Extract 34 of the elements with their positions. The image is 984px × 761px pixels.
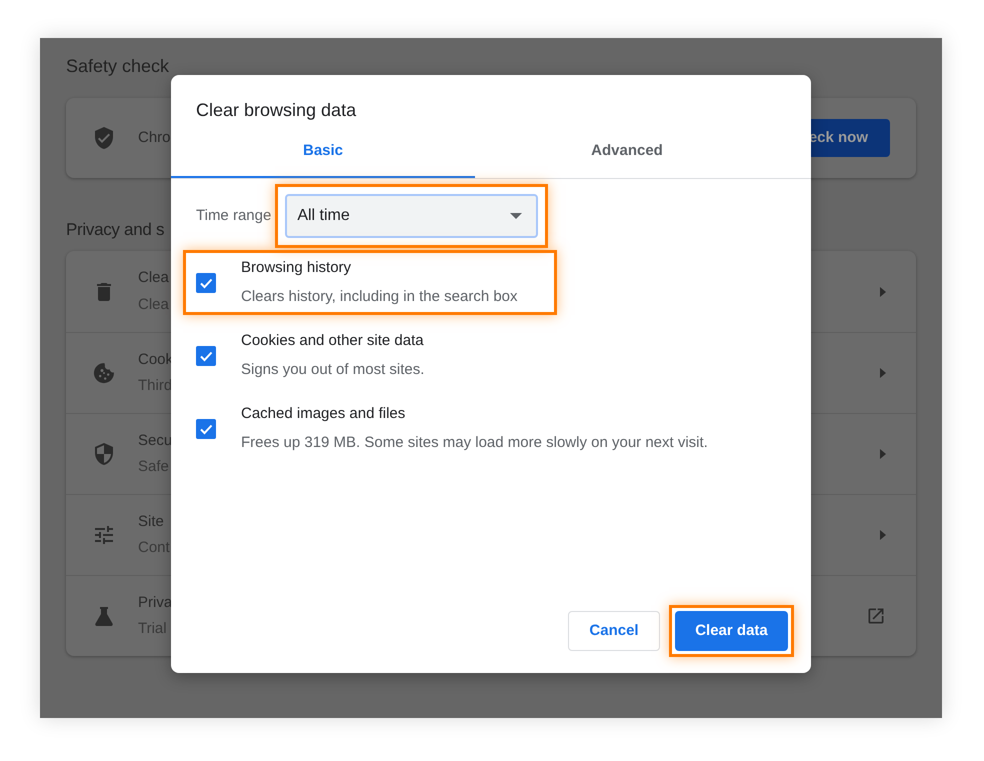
section-heading: Privacy and s — [66, 219, 164, 241]
dropdown-caret-icon — [510, 213, 522, 219]
safety-text: Chro — [138, 128, 171, 148]
option-title: Cached images and files — [241, 404, 406, 424]
caret-icon[interactable] — [880, 449, 886, 459]
checkbox[interactable] — [196, 272, 216, 292]
time-range-label: Time range — [196, 206, 272, 226]
external-link-icon[interactable] — [866, 606, 886, 626]
row-title: Clea — [138, 268, 169, 288]
row-title: Priva — [138, 592, 172, 612]
dialog-title: Clear browsing data — [195, 99, 358, 122]
cancel-button[interactable]: Cancel — [568, 611, 660, 651]
clear-data-button[interactable]: Clear data — [675, 611, 788, 651]
option-title: Cookies and other site data — [241, 331, 424, 351]
option-description: Signs you out of most sites. — [241, 360, 424, 380]
caret-icon[interactable] — [880, 530, 886, 540]
caret-icon[interactable] — [880, 286, 886, 296]
checkbox[interactable] — [196, 418, 216, 438]
tab[interactable]: Basic — [171, 127, 475, 178]
tab[interactable]: Advanced — [475, 127, 779, 178]
row-title: Cook — [138, 350, 174, 370]
option-description: Frees up 319 MB. Some sites may load more slowly on your next visit. — [241, 432, 708, 452]
section-heading: Safety check — [66, 55, 170, 78]
shield-check-icon — [92, 126, 116, 150]
checkbox[interactable] — [196, 346, 216, 366]
shield-icon — [92, 442, 116, 466]
time-range-select[interactable]: All time — [285, 194, 538, 238]
option-title: Browsing history — [241, 258, 352, 278]
sliders-icon — [92, 523, 116, 547]
cookie-icon — [92, 361, 116, 385]
row-title: Secu — [138, 430, 172, 450]
option-description: Clears history, including in the search box — [241, 286, 518, 306]
caret-icon[interactable] — [880, 368, 886, 378]
row-title: Site — [138, 512, 165, 532]
